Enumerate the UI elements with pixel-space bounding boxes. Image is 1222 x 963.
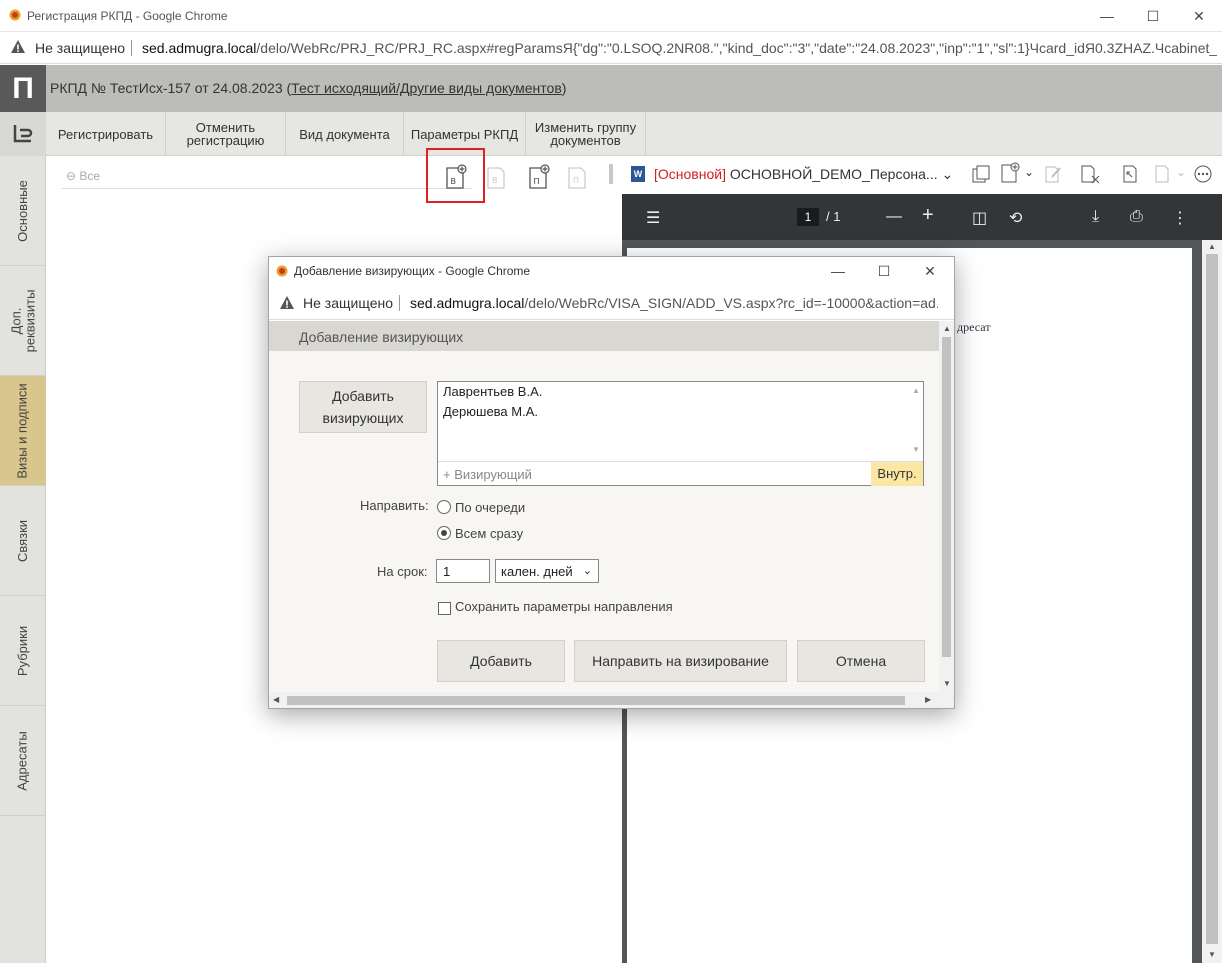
chevron-down-icon: ⌄ (582, 565, 592, 577)
visors-list[interactable]: Лаврентьев В.А. Дерюшева М.А. ▲ ▼ + Визир… (437, 381, 924, 486)
tab-rubrics[interactable]: Рубрики (0, 596, 46, 706)
list-item[interactable]: Дерюшева М.А. (443, 404, 538, 419)
chevron-down-icon[interactable]: ⌄ (1024, 165, 1034, 179)
fit-page-icon[interactable]: ◫ (972, 208, 987, 228)
warning-icon (280, 296, 294, 309)
toolbar: Регистрировать Отменить регистрацию Вид … (0, 112, 1222, 156)
highlight-box (426, 148, 485, 203)
maximize-icon[interactable]: ☐ (1130, 0, 1176, 32)
signature-icon-disabled: П (568, 167, 586, 189)
svg-text:П: П (573, 176, 579, 185)
pdf-page-input[interactable]: 1 (797, 208, 819, 226)
menu-icon[interactable]: ☰ (646, 208, 660, 228)
list-scrollbar[interactable]: ▲ ▼ (909, 382, 923, 462)
tab-main[interactable]: Основные (0, 156, 46, 266)
radio-sequential[interactable] (437, 500, 451, 514)
add-button[interactable]: Добавить (437, 640, 565, 682)
delete-file-icon[interactable] (1079, 164, 1101, 184)
app-logo[interactable]: П (0, 65, 46, 112)
close-icon[interactable]: ✕ (907, 257, 953, 285)
more-icon[interactable] (1193, 164, 1213, 184)
warning-icon (11, 40, 25, 53)
add-visors-dialog: Добавление визирующих - Google Chrome — … (268, 256, 955, 709)
filter-all[interactable]: ⊖ Все (66, 169, 100, 183)
save-params-label[interactable]: Сохранить параметры направления (455, 599, 673, 614)
cancel-registration-button[interactable]: Отменить регистрацию (166, 112, 286, 156)
document-selector[interactable]: [Основной] ОСНОВНОЙ_DEMO_Персона... ⌄ (654, 166, 953, 183)
file-icon-disabled (1155, 165, 1169, 183)
maximize-icon[interactable]: ☐ (861, 257, 907, 285)
svg-text:П: П (534, 177, 540, 186)
add-signature-icon[interactable]: П (528, 164, 550, 190)
cancel-button[interactable]: Отмена (797, 640, 925, 682)
zoom-out-icon[interactable]: — (886, 208, 902, 226)
tab-extra-details[interactable]: Доп. реквизиты (0, 266, 46, 376)
download-icon[interactable]: ⤓ (1092, 208, 1099, 226)
page-title: РКПД № ТестИсх-157 от 24.08.2023 (Тест и… (50, 80, 567, 96)
radio-all-at-once[interactable] (437, 526, 451, 540)
doc-group-link[interactable]: Тест исходящий/Другие виды документов (291, 80, 562, 96)
dialog-header: Добавление визирующих (269, 321, 939, 351)
minimize-icon[interactable]: — (1084, 0, 1130, 32)
term-input[interactable]: 1 (436, 559, 490, 583)
tab-links[interactable]: Связки (0, 486, 46, 596)
pdf-text: дресат (957, 320, 991, 334)
app-favicon-icon (9, 9, 21, 21)
doc-type-button[interactable]: Вид документа (286, 112, 404, 156)
window-title: Регистрация РКПД - Google Chrome (27, 9, 228, 23)
expand-icon[interactable] (1121, 164, 1141, 184)
tab-addressees[interactable]: Адресаты (0, 706, 46, 816)
url-text[interactable]: sed.admugra.local/delo/WebRc/VISA_SIGN/A… (410, 295, 938, 311)
dialog-address-bar[interactable]: Не защищено sed.admugra.local/delo/WebRc… (269, 285, 954, 320)
app-favicon-icon (276, 265, 288, 277)
add-file-icon[interactable] (999, 162, 1021, 184)
word-doc-icon: W (631, 166, 645, 182)
pdf-toolbar: ☰ 1 / 1 — + ◫ ⟲ ⤓ ⎙ ⋮ (622, 194, 1222, 240)
dialog-vertical-scrollbar[interactable]: ▲ ▼ (939, 321, 954, 692)
add-visor-input[interactable]: + Визирующий (443, 467, 532, 482)
url-text[interactable]: sed.admugra.local/delo/WebRc/PRJ_RC/PRJ_… (142, 40, 1217, 56)
register-button[interactable]: Регистрировать (46, 112, 166, 156)
back-icon[interactable] (0, 112, 46, 156)
side-tabs: Основные Доп. реквизиты Визы и подписи С… (0, 156, 46, 963)
term-label: На срок: (377, 564, 428, 579)
pdf-page-total: / 1 (826, 209, 841, 224)
add-visors-button[interactable]: Добавить визирующих (299, 381, 427, 433)
minimize-icon[interactable]: — (815, 257, 861, 285)
edit-icon (1045, 166, 1061, 183)
versions-icon[interactable] (971, 164, 991, 184)
dialog-titlebar: Добавление визирующих - Google Chrome — … (269, 257, 954, 285)
list-item[interactable]: Лаврентьев В.А. (443, 384, 542, 399)
dialog-body: Добавление визирующих Добавить визирующи… (269, 321, 939, 692)
zoom-in-icon[interactable]: + (922, 204, 934, 227)
chevron-down-icon: ⌄ (1176, 165, 1187, 179)
visa-icon-disabled: В (487, 167, 505, 189)
more-vertical-icon[interactable]: ⋮ (1172, 208, 1188, 228)
print-icon[interactable]: ⎙ (1130, 208, 1143, 226)
pdf-scrollbar[interactable]: ▲ ▼ (1202, 240, 1222, 963)
save-params-checkbox[interactable] (438, 602, 451, 615)
change-group-button[interactable]: Изменить группу документов (526, 112, 646, 156)
term-unit-select[interactable]: кален. дней ⌄ (495, 559, 599, 583)
not-secure-label: Не защищено (35, 40, 125, 56)
not-secure-label: Не защищено (303, 295, 393, 311)
send-for-approval-button[interactable]: Направить на визирование (574, 640, 787, 682)
dialog-horizontal-scrollbar[interactable]: ◀ ▶ (269, 692, 939, 708)
rotate-icon[interactable]: ⟲ (1009, 208, 1022, 228)
radio-sequential-label[interactable]: По очереди (455, 500, 525, 515)
send-label: Направить: (360, 498, 429, 513)
radio-all-label[interactable]: Всем сразу (455, 526, 523, 541)
internal-badge[interactable]: Внутр. (871, 462, 923, 486)
app-header: П РКПД № ТестИсх-157 от 24.08.2023 (Тест… (0, 65, 1222, 112)
tab-visas-signatures[interactable]: Визы и подписи (0, 376, 46, 486)
svg-text:В: В (492, 176, 498, 185)
browser-titlebar: Регистрация РКПД - Google Chrome — ☐ ✕ (0, 0, 1222, 32)
address-bar[interactable]: Не защищено sed.admugra.local/delo/WebRc… (0, 32, 1222, 64)
dialog-window-title: Добавление визирующих - Google Chrome (294, 264, 531, 278)
close-icon[interactable]: ✕ (1176, 0, 1222, 32)
